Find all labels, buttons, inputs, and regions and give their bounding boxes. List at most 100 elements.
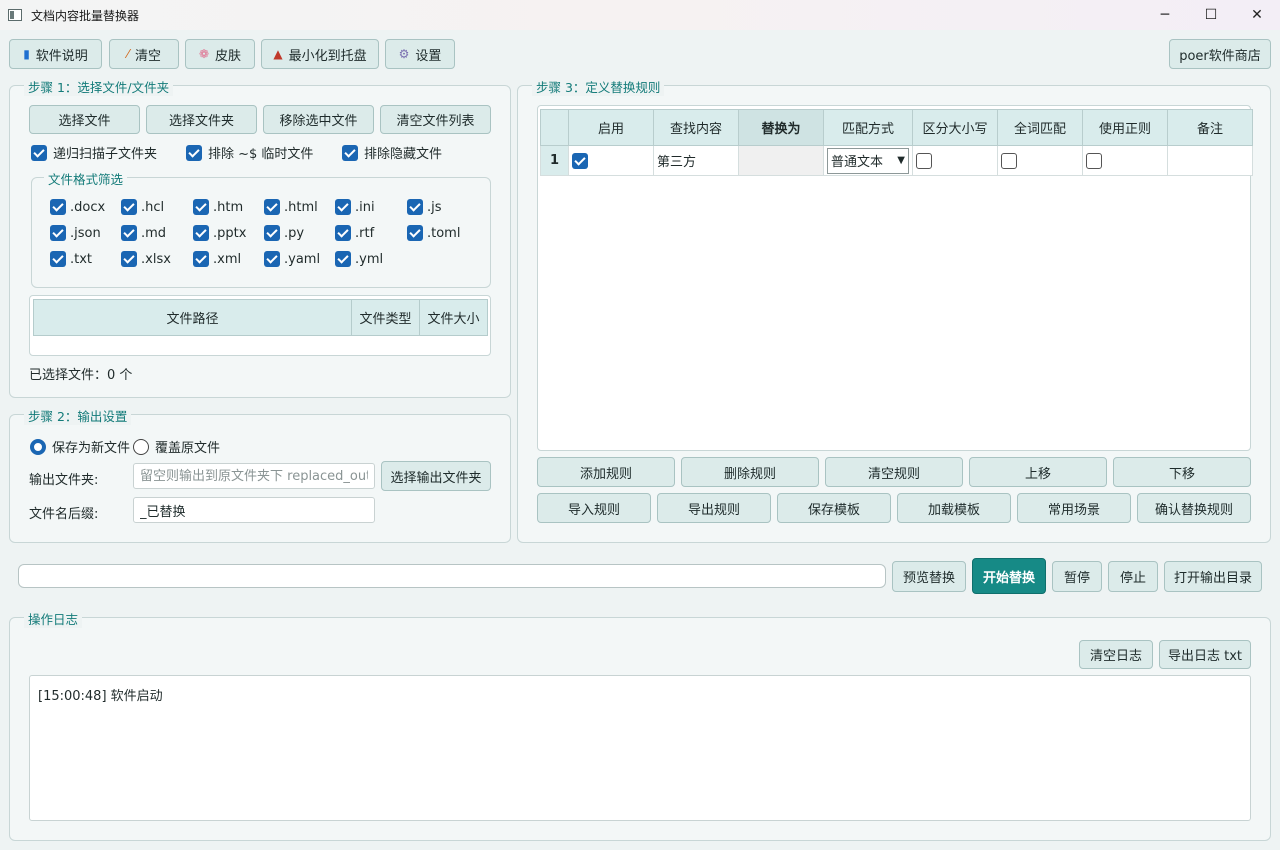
whole-cell[interactable] xyxy=(997,145,1083,176)
format-checkbox[interactable] xyxy=(264,251,280,267)
format-yaml[interactable]: .yaml xyxy=(264,251,320,267)
format-checkbox[interactable] xyxy=(335,199,351,215)
col-find[interactable]: 查找内容 xyxy=(653,109,739,146)
overwrite-option[interactable]: 覆盖原文件 xyxy=(133,437,220,456)
exclude-hidden-checkbox[interactable] xyxy=(342,144,358,161)
format-xlsx[interactable]: .xlsx xyxy=(121,251,171,267)
skin-button[interactable]: ❁ 皮肤 xyxy=(185,39,255,69)
format-checkbox[interactable] xyxy=(193,225,209,241)
minimize-to-tray-button[interactable]: ▲ 最小化到托盘 xyxy=(261,39,379,69)
format-json[interactable]: .json xyxy=(50,225,101,241)
clear-file-list-button[interactable]: 清空文件列表 xyxy=(380,105,491,134)
format-checkbox[interactable] xyxy=(264,225,280,241)
format-hcl[interactable]: .hcl xyxy=(121,199,164,215)
format-checkbox[interactable] xyxy=(193,251,209,267)
row-number[interactable]: 1 xyxy=(540,145,569,176)
save-as-new-radio[interactable] xyxy=(30,438,46,455)
find-cell[interactable]: 第三方 xyxy=(653,145,739,176)
stop-button[interactable]: 停止 xyxy=(1108,561,1158,592)
export-rules-button[interactable]: 导出规则 xyxy=(657,493,771,523)
col-regex[interactable]: 使用正则 xyxy=(1082,109,1168,146)
format-checkbox[interactable] xyxy=(193,199,209,215)
about-button[interactable]: ▮ 软件说明 xyxy=(9,39,102,69)
col-enable[interactable]: 启用 xyxy=(568,109,654,146)
minimize-button[interactable]: ─ xyxy=(1142,0,1188,30)
format-checkbox[interactable] xyxy=(264,199,280,215)
format-checkbox[interactable] xyxy=(121,251,137,267)
open-output-dir-button[interactable]: 打开输出目录 xyxy=(1164,561,1262,592)
choose-output-folder-button[interactable]: 选择输出文件夹 xyxy=(381,461,491,491)
start-replace-button[interactable]: 开始替换 xyxy=(972,558,1046,594)
format-toml[interactable]: .toml xyxy=(407,225,460,241)
col-file-type[interactable]: 文件类型 xyxy=(351,299,420,336)
remove-selected-button[interactable]: 移除选中文件 xyxy=(263,105,374,134)
format-md[interactable]: .md xyxy=(121,225,166,241)
maximize-button[interactable]: ☐ xyxy=(1188,0,1234,30)
col-case[interactable]: 区分大小写 xyxy=(912,109,998,146)
save-template-button[interactable]: 保存模板 xyxy=(777,493,891,523)
format-checkbox[interactable] xyxy=(335,251,351,267)
exclude-hidden-option[interactable]: 排除隐藏文件 xyxy=(342,143,442,162)
clear-rules-button[interactable]: 清空规则 xyxy=(825,457,963,487)
format-xml[interactable]: .xml xyxy=(193,251,241,267)
match-cell[interactable]: 普通文本 ▼ xyxy=(823,145,913,176)
move-up-button[interactable]: 上移 xyxy=(969,457,1107,487)
format-yml[interactable]: .yml xyxy=(335,251,383,267)
format-py[interactable]: .py xyxy=(264,225,304,241)
recursive-option[interactable]: 递归扫描子文件夹 xyxy=(31,143,157,162)
note-cell[interactable] xyxy=(1167,145,1253,176)
format-rtf[interactable]: .rtf xyxy=(335,225,374,241)
output-folder-input[interactable] xyxy=(133,463,375,489)
case-sensitive-checkbox[interactable] xyxy=(916,152,932,169)
pause-button[interactable]: 暂停 xyxy=(1052,561,1102,592)
format-checkbox[interactable] xyxy=(121,199,137,215)
regex-checkbox[interactable] xyxy=(1086,152,1102,169)
rule-row[interactable]: 1 第三方 普通文本 ▼ xyxy=(540,145,1253,176)
add-rule-button[interactable]: 添加规则 xyxy=(537,457,675,487)
whole-word-checkbox[interactable] xyxy=(1001,152,1017,169)
col-replace[interactable]: 替换为 xyxy=(738,109,824,146)
format-docx[interactable]: .docx xyxy=(50,199,105,215)
preview-replace-button[interactable]: 预览替换 xyxy=(892,561,966,592)
enable-cell[interactable] xyxy=(568,145,654,176)
confirm-rules-button[interactable]: 确认替换规则 xyxy=(1137,493,1251,523)
suffix-input[interactable] xyxy=(133,497,375,523)
format-js[interactable]: .js xyxy=(407,199,442,215)
software-store-button[interactable]: poer软件商店 xyxy=(1169,39,1271,69)
format-checkbox[interactable] xyxy=(50,251,66,267)
format-pptx[interactable]: .pptx xyxy=(193,225,246,241)
col-file-path[interactable]: 文件路径 xyxy=(33,299,352,336)
match-mode-select[interactable]: 普通文本 ▼ xyxy=(827,147,909,174)
common-scenarios-button[interactable]: 常用场景 xyxy=(1017,493,1131,523)
format-ini[interactable]: .ini xyxy=(335,199,375,215)
regex-cell[interactable] xyxy=(1082,145,1168,176)
overwrite-radio[interactable] xyxy=(133,438,149,455)
export-log-button[interactable]: 导出日志 txt xyxy=(1159,640,1251,669)
recursive-checkbox[interactable] xyxy=(31,144,47,161)
select-folder-button[interactable]: 选择文件夹 xyxy=(146,105,257,134)
select-file-button[interactable]: 选择文件 xyxy=(29,105,140,134)
clear-all-button[interactable]: ⁄ 清空 xyxy=(109,39,179,69)
enable-checkbox[interactable] xyxy=(572,152,588,169)
format-htm[interactable]: .htm xyxy=(193,199,243,215)
save-as-new-option[interactable]: 保存为新文件 xyxy=(30,437,130,456)
col-file-size[interactable]: 文件大小 xyxy=(419,299,488,336)
settings-button[interactable]: ⚙ 设置 xyxy=(385,39,455,69)
exclude-temp-option[interactable]: 排除 ~$ 临时文件 xyxy=(186,143,313,162)
format-checkbox[interactable] xyxy=(121,225,137,241)
replace-cell[interactable] xyxy=(738,145,824,176)
log-output[interactable]: [15:00:48] 软件启动 xyxy=(29,675,1251,821)
case-cell[interactable] xyxy=(912,145,998,176)
clear-log-button[interactable]: 清空日志 xyxy=(1079,640,1153,669)
move-down-button[interactable]: 下移 xyxy=(1113,457,1251,487)
format-html[interactable]: .html xyxy=(264,199,318,215)
close-button[interactable]: ✕ xyxy=(1234,0,1280,30)
format-txt[interactable]: .txt xyxy=(50,251,92,267)
format-checkbox[interactable] xyxy=(335,225,351,241)
format-checkbox[interactable] xyxy=(407,225,423,241)
import-rules-button[interactable]: 导入规则 xyxy=(537,493,651,523)
load-template-button[interactable]: 加载模板 xyxy=(897,493,1011,523)
delete-rule-button[interactable]: 删除规则 xyxy=(681,457,819,487)
col-whole[interactable]: 全词匹配 xyxy=(997,109,1083,146)
format-checkbox[interactable] xyxy=(50,199,66,215)
